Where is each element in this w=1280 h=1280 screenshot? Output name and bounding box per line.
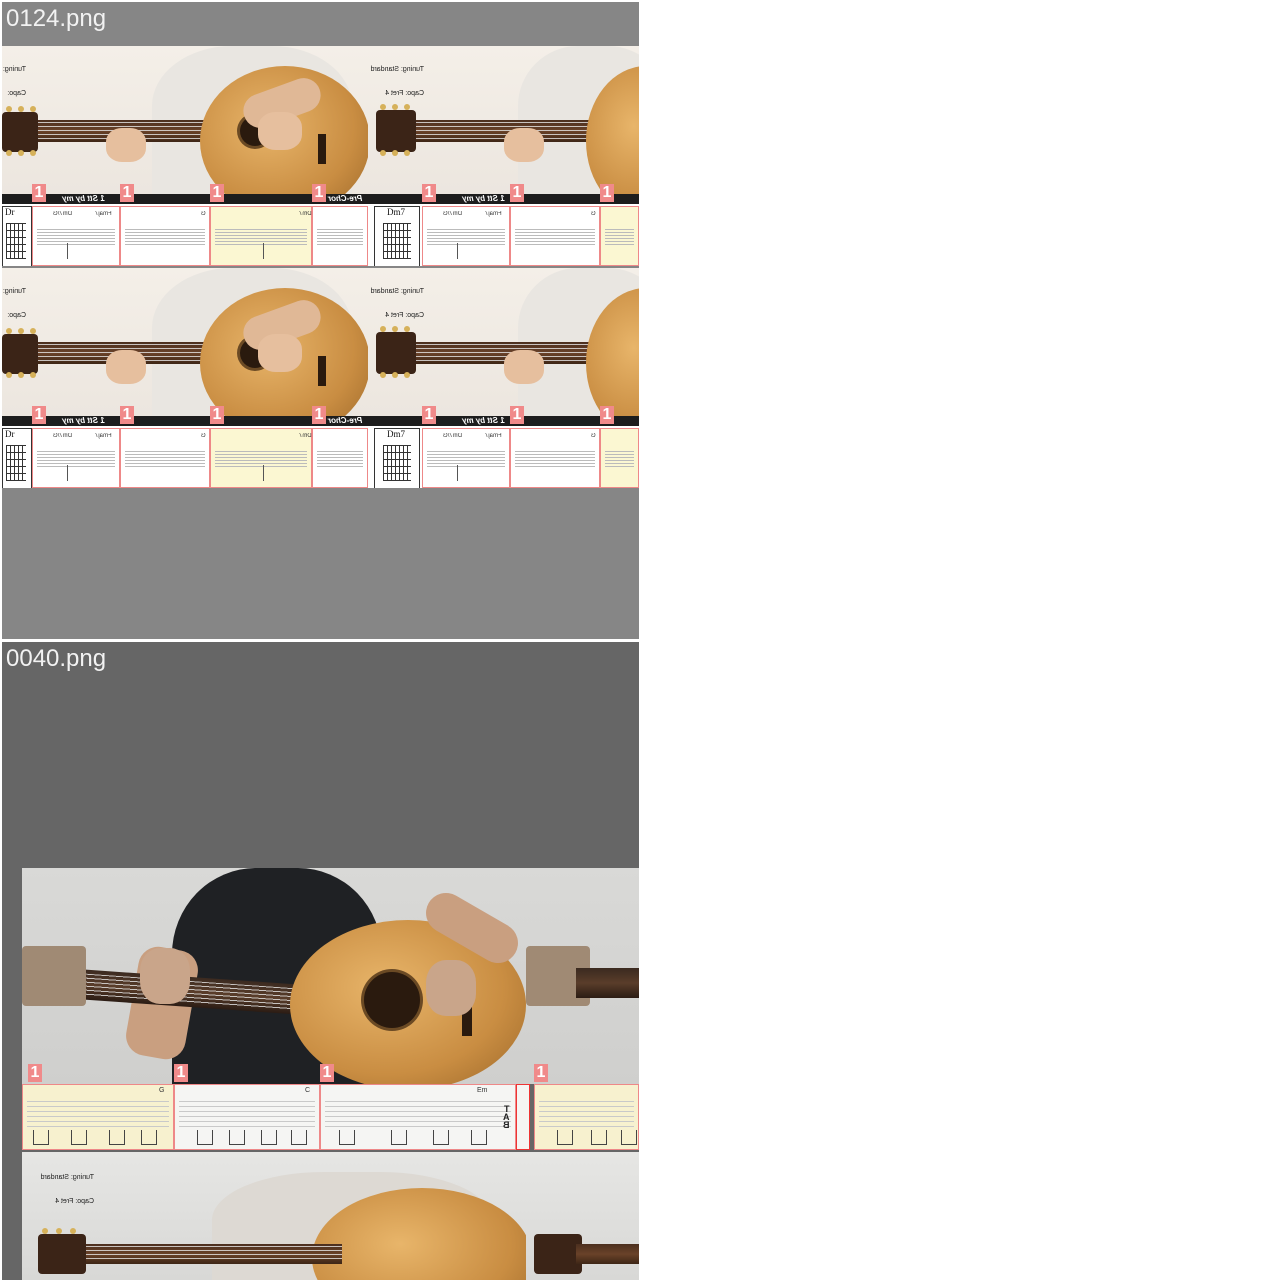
- measure-marker: 1: [422, 406, 436, 424]
- measure-marker: 1: [210, 406, 224, 424]
- tab-measure: Dm7/G Fmaj7: [32, 428, 120, 488]
- chord-diagram: Dr: [2, 206, 32, 266]
- tablature-row: G C Em T A B: [22, 1084, 639, 1152]
- video-frame-tile: [22, 868, 526, 1084]
- tab-measure: G: [120, 428, 210, 488]
- video-frame-tile: [526, 1152, 639, 1280]
- video-frame-tile: Tuning: Standard Capo: Fret 4: [22, 1152, 526, 1280]
- measure-marker: 1: [120, 406, 134, 424]
- measure-marker: 1: [28, 1064, 42, 1082]
- measure-marker: 1: [600, 184, 614, 202]
- chord-diagram: Dr: [2, 428, 32, 488]
- tab-measure: Em T A B: [320, 1084, 516, 1150]
- measure-marker: 1: [120, 184, 134, 202]
- measure-marker: 1: [174, 1064, 188, 1082]
- panel-title: 0040.png: [6, 645, 107, 672]
- tab-measure: [312, 428, 368, 488]
- tuning-capo-text: Tuning: St Capo:: [2, 288, 26, 319]
- measure-marker: 1: [600, 406, 614, 424]
- tuning-capo-text: Tuning: St Capo:: [2, 66, 26, 97]
- tab-measure-current: Dm7: [210, 206, 312, 266]
- video-frame-tile: Tuning: Standard Capo: Fret 4 1 Stt by m…: [368, 46, 639, 266]
- tab-measure-current: Dm7: [210, 428, 312, 488]
- measure-marker: 1: [210, 184, 224, 202]
- screenshot-panel-0040: 0040.png G C Em T A B 1 1 1 1 Tuning: St…: [2, 642, 639, 1280]
- tuning-capo-text: Tuning: Standard Capo: Fret 4: [40, 1174, 94, 1205]
- tab-measure: C: [174, 1084, 320, 1150]
- tab-measure: G: [120, 206, 210, 266]
- tab-measure: Dm7/G Fmaj7: [422, 206, 510, 266]
- tab-measure: Dm7/G Fmaj7: [32, 206, 120, 266]
- measure-marker: 1: [510, 406, 524, 424]
- video-frame-tile: Tuning: Standard Capo: Fret 4 1 Stt by m…: [368, 268, 639, 488]
- chord-diagram: Dm7: [374, 206, 420, 266]
- measure-marker: 1: [32, 406, 46, 424]
- screenshot-panel-0124: 0124.png Tuning: St Capo: Pre-Chor1 Stt …: [2, 2, 639, 639]
- tab-measure-current: [600, 428, 639, 488]
- panel-title: 0124.png: [6, 5, 107, 32]
- measure-marker: 1: [312, 406, 326, 424]
- chord-diagram: Dm7: [374, 428, 420, 488]
- video-frame-tile: Tuning: St Capo: Pre-Chor1 Stt by my Dr …: [2, 46, 368, 266]
- tab-measure: G: [510, 428, 600, 488]
- tab-measure: [312, 206, 368, 266]
- tab-measure: G: [510, 206, 600, 266]
- measure-marker: 1: [534, 1064, 548, 1082]
- measure-marker: 1: [312, 184, 326, 202]
- measure-marker: 1: [510, 184, 524, 202]
- tab-measure: Dm7/G Fmaj7: [422, 428, 510, 488]
- tab-measure: [516, 1084, 530, 1150]
- tab-measure-current: G: [22, 1084, 174, 1150]
- measure-marker: 1: [320, 1064, 334, 1082]
- video-frame-tile: Tuning: St Capo: Pre-Chor1 Stt by my Dr …: [2, 268, 368, 488]
- tab-measure-current: [534, 1084, 639, 1150]
- measure-marker: 1: [422, 184, 436, 202]
- tab-clef: T A B: [503, 1104, 510, 1130]
- tab-measure-current: [600, 206, 639, 266]
- measure-marker: 1: [32, 184, 46, 202]
- video-frame-tile: [526, 868, 639, 1084]
